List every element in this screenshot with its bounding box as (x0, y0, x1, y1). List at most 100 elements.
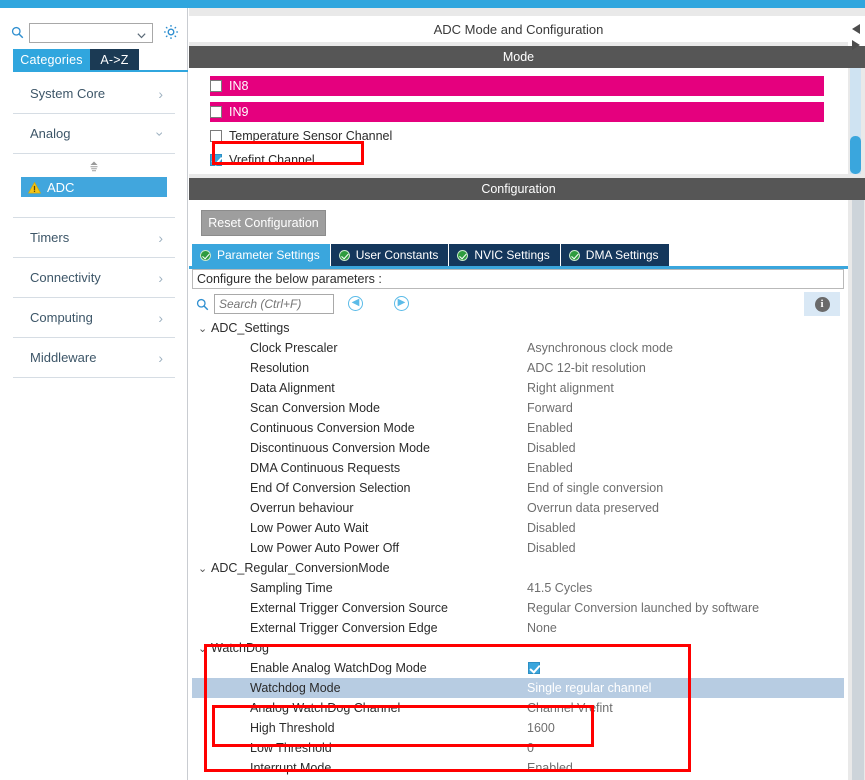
chevron-left-circle-icon[interactable]: ◀ (348, 296, 363, 311)
sidebar-item-timers[interactable]: Timers › (13, 218, 175, 258)
sort-handle-icon[interactable] (87, 160, 101, 172)
channel-label: IN8 (229, 79, 249, 93)
parameter-group-adc-regular-conversionmode[interactable]: ⌄ ADC_Regular_ConversionMode (192, 558, 844, 578)
tab-categories[interactable]: Categories (13, 49, 90, 70)
parameter-value[interactable]: Disabled (527, 441, 576, 455)
parameter-value[interactable]: Right alignment (527, 381, 614, 395)
sidebar-item-middleware[interactable]: Middleware › (13, 338, 175, 378)
checkbox-in9[interactable] (210, 106, 222, 118)
mode-section-body: IN8 IN9 Temperature Sensor Channel Vrefi… (189, 68, 848, 174)
gear-icon[interactable] (162, 23, 180, 41)
parameter-group-watchdog[interactable]: ⌄ WatchDog (192, 638, 844, 658)
tab-parameter-settings[interactable]: Parameter Settings (192, 244, 331, 266)
chevron-down-icon[interactable]: ⌄ (198, 322, 211, 335)
chevron-down-icon[interactable]: ⌄ (198, 642, 211, 655)
parameter-row-dma-continuous-requests[interactable]: DMA Continuous Requests Enabled (192, 458, 844, 478)
group-label: ADC_Settings (211, 321, 290, 335)
mode-scrollbar-thumb[interactable] (850, 136, 861, 174)
parameter-row-clock-prescaler[interactable]: Clock Prescaler Asynchronous clock mode (192, 338, 844, 358)
chevron-right-icon: › (158, 269, 163, 286)
chevron-down-icon[interactable] (136, 28, 147, 39)
app-window: Categories A->Z System Core › Analog › A… (0, 0, 865, 780)
checkbox-in8[interactable] (210, 80, 222, 92)
parameter-row-overrun-behaviour[interactable]: Overrun behaviour Overrun data preserved (192, 498, 844, 518)
tab-a-to-z[interactable]: A->Z (90, 49, 139, 70)
parameter-row-sampling-time[interactable]: Sampling Time 41.5 Cycles (192, 578, 844, 598)
parameter-name: DMA Continuous Requests (250, 461, 401, 475)
scroll-up-icon[interactable] (850, 22, 862, 34)
parameter-name: Watchdog Mode (250, 681, 341, 695)
parameter-value[interactable]: 0 (527, 741, 534, 755)
parameter-row-external-trigger-conversion-source[interactable]: External Trigger Conversion Source Regul… (192, 598, 844, 618)
parameter-row-resolution[interactable]: Resolution ADC 12-bit resolution (192, 358, 844, 378)
check-circle-icon (338, 249, 350, 261)
parameter-value[interactable]: Disabled (527, 521, 576, 535)
parameter-search-input[interactable] (214, 294, 334, 314)
channel-row-in9[interactable]: IN9 (210, 102, 824, 122)
sidebar-tabs: Categories A->Z (13, 49, 188, 70)
parameter-group-adc-settings[interactable]: ⌄ ADC_Settings (192, 318, 844, 338)
sidebar-item-label: Computing (30, 310, 93, 325)
tab-user-constants[interactable]: User Constants (330, 244, 450, 266)
parameter-row-watchdog-mode[interactable]: Watchdog Mode Single regular channel (192, 678, 844, 698)
parameter-name: End Of Conversion Selection (250, 481, 411, 495)
parameter-value[interactable]: Enabled (527, 421, 573, 435)
channel-row-temperature-sensor[interactable]: Temperature Sensor Channel (210, 126, 824, 146)
chevron-down-icon: › (152, 131, 169, 136)
parameter-name: Low Power Auto Wait (250, 521, 369, 535)
config-bar-edge (848, 178, 865, 200)
checkbox-vrefint[interactable] (210, 154, 222, 166)
parameter-value[interactable]: Enabled (527, 761, 573, 775)
parameter-value[interactable]: Enabled (527, 461, 573, 475)
parameter-row-end-of-conversion-selection[interactable]: End Of Conversion Selection End of singl… (192, 478, 844, 498)
parameter-value[interactable]: ADC 12-bit resolution (527, 361, 646, 375)
main-scrollbar-track[interactable] (852, 200, 864, 780)
parameter-row-data-alignment[interactable]: Data Alignment Right alignment (192, 378, 844, 398)
tab-dma-settings[interactable]: DMA Settings (560, 244, 670, 266)
sidebar-item-label: ADC (47, 179, 75, 195)
sidebar-item-connectivity[interactable]: Connectivity › (13, 258, 175, 298)
checkbox-temperature-sensor[interactable] (210, 130, 222, 142)
parameter-row-interrupt-mode[interactable]: Interrupt Mode Enabled (192, 758, 844, 778)
channel-row-vrefint[interactable]: Vrefint Channel (210, 150, 824, 170)
parameter-name: Enable Analog WatchDog Mode (250, 661, 427, 675)
reset-configuration-button[interactable]: Reset Configuration (201, 210, 326, 236)
channel-row-in8[interactable]: IN8 (210, 76, 824, 96)
sidebar-search-combo[interactable] (29, 23, 153, 43)
parameter-value[interactable]: Single regular channel (527, 681, 651, 695)
tabs-underline (13, 70, 188, 72)
parameter-row-external-trigger-conversion-edge[interactable]: External Trigger Conversion Edge None (192, 618, 844, 638)
parameter-value[interactable]: 41.5 Cycles (527, 581, 592, 595)
sidebar-item-system-core[interactable]: System Core › (13, 74, 175, 114)
parameter-value[interactable]: 1600 (527, 721, 555, 735)
parameter-value[interactable]: End of single conversion (527, 481, 663, 495)
parameter-row-analog-watchdog-channel[interactable]: Analog WatchDog Channel Channel Vrefint (192, 698, 844, 718)
chevron-down-icon[interactable]: ⌄ (198, 562, 211, 575)
sidebar-item-computing[interactable]: Computing › (13, 298, 175, 338)
parameter-row-scan-conversion-mode[interactable]: Scan Conversion Mode Forward (192, 398, 844, 418)
tab-nvic-settings[interactable]: NVIC Settings (449, 244, 561, 266)
sidebar-item-analog[interactable]: Analog › (13, 114, 175, 154)
chevron-right-circle-icon[interactable]: ▶ (394, 296, 409, 311)
parameter-row-low-power-auto-wait[interactable]: Low Power Auto Wait Disabled (192, 518, 844, 538)
parameter-row-enable-analog-watchdog-mode[interactable]: Enable Analog WatchDog Mode (192, 658, 844, 678)
sidebar-item-adc[interactable]: ADC (21, 177, 167, 197)
info-button[interactable]: i (804, 292, 840, 316)
parameter-value[interactable]: Disabled (527, 541, 576, 555)
parameter-value[interactable]: Forward (527, 401, 573, 415)
parameter-row-continuous-conversion-mode[interactable]: Continuous Conversion Mode Enabled (192, 418, 844, 438)
parameter-row-discontinuous-conversion-mode[interactable]: Discontinuous Conversion Mode Disabled (192, 438, 844, 458)
parameter-value[interactable]: None (527, 621, 557, 635)
parameter-value[interactable]: Asynchronous clock mode (527, 341, 673, 355)
scroll-down-icon[interactable] (850, 38, 862, 50)
checkbox-enable-analog-watchdog[interactable] (528, 662, 540, 674)
sidebar-search-input[interactable] (30, 24, 134, 42)
parameter-row-low-threshold[interactable]: Low Threshold 0 (192, 738, 844, 758)
parameter-value[interactable]: Regular Conversion launched by software (527, 601, 759, 615)
parameter-row-high-threshold[interactable]: High Threshold 1600 (192, 718, 844, 738)
parameter-name: Scan Conversion Mode (250, 401, 380, 415)
parameter-value[interactable]: Overrun data preserved (527, 501, 659, 515)
channel-label: Temperature Sensor Channel (229, 129, 393, 143)
parameter-value[interactable]: Channel Vrefint (527, 701, 613, 715)
parameter-row-low-power-auto-power-off[interactable]: Low Power Auto Power Off Disabled (192, 538, 844, 558)
